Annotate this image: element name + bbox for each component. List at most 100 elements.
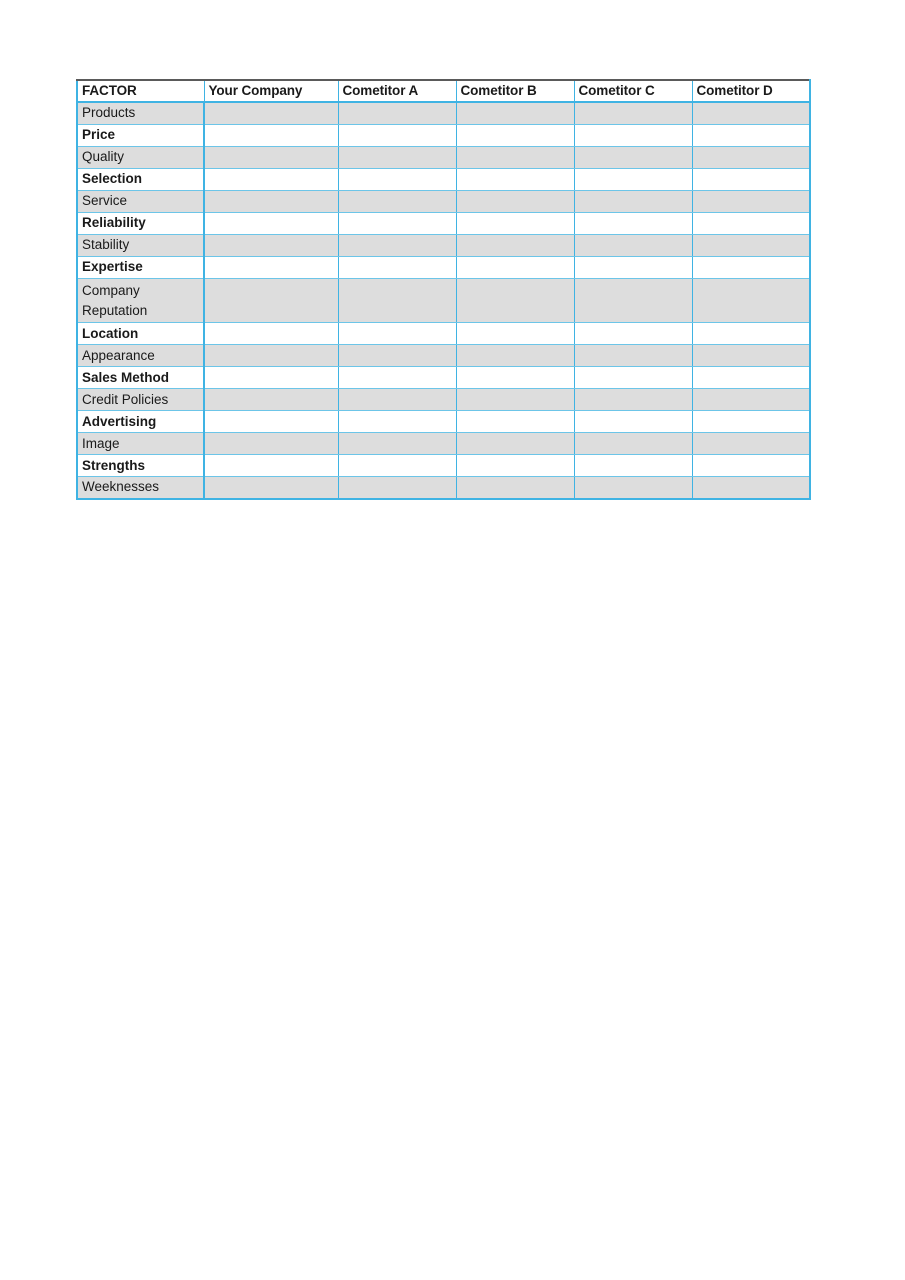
entry-cell-compd[interactable] bbox=[691, 167, 811, 191]
entry-cell-compc[interactable] bbox=[573, 454, 693, 478]
entry-cell-compa[interactable] bbox=[337, 344, 457, 368]
entry-cell-compd[interactable] bbox=[691, 123, 811, 147]
entry-cell-compd[interactable] bbox=[691, 322, 811, 346]
factor-label: Products bbox=[82, 105, 136, 121]
column-header-compd: Cometitor D bbox=[691, 79, 811, 103]
entry-cell-compd[interactable] bbox=[691, 410, 811, 434]
entry-cell-compa[interactable] bbox=[337, 233, 457, 257]
entry-cell-compb[interactable] bbox=[455, 255, 575, 279]
entry-cell-company[interactable] bbox=[203, 454, 339, 478]
entry-cell-company[interactable] bbox=[203, 211, 339, 235]
entry-cell-compd[interactable] bbox=[691, 476, 811, 500]
entry-cell-compc[interactable] bbox=[573, 233, 693, 257]
entry-cell-company[interactable] bbox=[203, 388, 339, 412]
column-header-compc: Cometitor C bbox=[573, 79, 693, 103]
entry-cell-compa[interactable] bbox=[337, 123, 457, 147]
entry-cell-company[interactable] bbox=[203, 277, 339, 324]
entry-cell-compa[interactable] bbox=[337, 189, 457, 213]
entry-cell-company[interactable] bbox=[203, 432, 339, 456]
entry-cell-compb[interactable] bbox=[455, 123, 575, 147]
entry-cell-company[interactable] bbox=[203, 366, 339, 390]
entry-cell-compb[interactable] bbox=[455, 388, 575, 412]
entry-cell-compa[interactable] bbox=[337, 167, 457, 191]
column-header-company: Your Company bbox=[203, 79, 339, 103]
entry-cell-compb[interactable] bbox=[455, 233, 575, 257]
table-header: FACTOR Your Company Cometitor A Cometitor B… bbox=[76, 79, 811, 103]
factor-label: Quality bbox=[82, 148, 125, 164]
entry-cell-compa[interactable] bbox=[337, 454, 457, 478]
entry-cell-compc[interactable] bbox=[573, 167, 693, 191]
entry-cell-compd[interactable] bbox=[691, 189, 811, 213]
entry-cell-compa[interactable] bbox=[337, 322, 457, 346]
entry-cell-compd[interactable] bbox=[691, 366, 811, 390]
entry-cell-company[interactable] bbox=[203, 145, 339, 169]
entry-cell-compc[interactable] bbox=[573, 211, 693, 235]
entry-cell-compd[interactable] bbox=[691, 454, 811, 478]
entry-cell-compc[interactable] bbox=[573, 322, 693, 346]
entry-cell-compa[interactable] bbox=[337, 145, 457, 169]
entry-cell-compa[interactable] bbox=[337, 255, 457, 279]
entry-cell-company[interactable] bbox=[203, 344, 339, 368]
entry-cell-company[interactable] bbox=[203, 233, 339, 257]
factor-cell: Sales Method bbox=[76, 366, 205, 390]
entry-cell-compc[interactable] bbox=[573, 101, 693, 125]
factor-cell: Expertise bbox=[76, 255, 205, 279]
entry-cell-compb[interactable] bbox=[455, 454, 575, 478]
entry-cell-compb[interactable] bbox=[455, 476, 575, 500]
entry-cell-compc[interactable] bbox=[573, 344, 693, 368]
entry-cell-compb[interactable] bbox=[455, 145, 575, 169]
entry-cell-compa[interactable] bbox=[337, 366, 457, 390]
entry-cell-compb[interactable] bbox=[455, 167, 575, 191]
entry-cell-compa[interactable] bbox=[337, 211, 457, 235]
entry-cell-compc[interactable] bbox=[573, 388, 693, 412]
entry-cell-compb[interactable] bbox=[455, 366, 575, 390]
entry-cell-compa[interactable] bbox=[337, 410, 457, 434]
entry-cell-compc[interactable] bbox=[573, 277, 693, 324]
entry-cell-compb[interactable] bbox=[455, 189, 575, 213]
entry-cell-company[interactable] bbox=[203, 476, 339, 500]
entry-cell-company[interactable] bbox=[203, 189, 339, 213]
entry-cell-company[interactable] bbox=[203, 322, 339, 346]
entry-cell-compd[interactable] bbox=[691, 277, 811, 324]
entry-cell-compa[interactable] bbox=[337, 277, 457, 324]
entry-cell-compc[interactable] bbox=[573, 432, 693, 456]
entry-cell-compd[interactable] bbox=[691, 101, 811, 125]
entry-cell-compb[interactable] bbox=[455, 277, 575, 324]
entry-cell-compc[interactable] bbox=[573, 123, 693, 147]
entry-cell-compb[interactable] bbox=[455, 432, 575, 456]
entry-cell-compa[interactable] bbox=[337, 476, 457, 500]
entry-cell-compd[interactable] bbox=[691, 344, 811, 368]
entry-cell-compb[interactable] bbox=[455, 344, 575, 368]
entry-cell-company[interactable] bbox=[203, 101, 339, 125]
entry-cell-compb[interactable] bbox=[455, 410, 575, 434]
entry-cell-compd[interactable] bbox=[691, 233, 811, 257]
entry-cell-compa[interactable] bbox=[337, 101, 457, 125]
entry-cell-compc[interactable] bbox=[573, 189, 693, 213]
entry-cell-compd[interactable] bbox=[691, 432, 811, 456]
entry-cell-compd[interactable] bbox=[691, 145, 811, 169]
table-row: Stability bbox=[76, 233, 811, 257]
table-row: Quality bbox=[76, 145, 811, 169]
entry-cell-compb[interactable] bbox=[455, 101, 575, 125]
entry-cell-compa[interactable] bbox=[337, 388, 457, 412]
entry-cell-compa[interactable] bbox=[337, 432, 457, 456]
entry-cell-company[interactable] bbox=[203, 255, 339, 279]
entry-cell-compd[interactable] bbox=[691, 211, 811, 235]
factor-label: Advertising bbox=[82, 413, 157, 429]
entry-cell-compb[interactable] bbox=[455, 322, 575, 346]
entry-cell-compc[interactable] bbox=[573, 145, 693, 169]
entry-cell-compd[interactable] bbox=[691, 388, 811, 412]
entry-cell-compc[interactable] bbox=[573, 410, 693, 434]
entry-cell-compc[interactable] bbox=[573, 366, 693, 390]
entry-cell-compb[interactable] bbox=[455, 211, 575, 235]
entry-cell-compc[interactable] bbox=[573, 476, 693, 500]
entry-cell-company[interactable] bbox=[203, 123, 339, 147]
factor-cell: Price bbox=[76, 123, 205, 147]
entry-cell-compc[interactable] bbox=[573, 255, 693, 279]
table-row: Expertise bbox=[76, 255, 811, 279]
entry-cell-company[interactable] bbox=[203, 410, 339, 434]
entry-cell-compd[interactable] bbox=[691, 255, 811, 279]
column-header-compa: Cometitor A bbox=[337, 79, 457, 103]
table-row: Strengths bbox=[76, 454, 811, 478]
entry-cell-company[interactable] bbox=[203, 167, 339, 191]
